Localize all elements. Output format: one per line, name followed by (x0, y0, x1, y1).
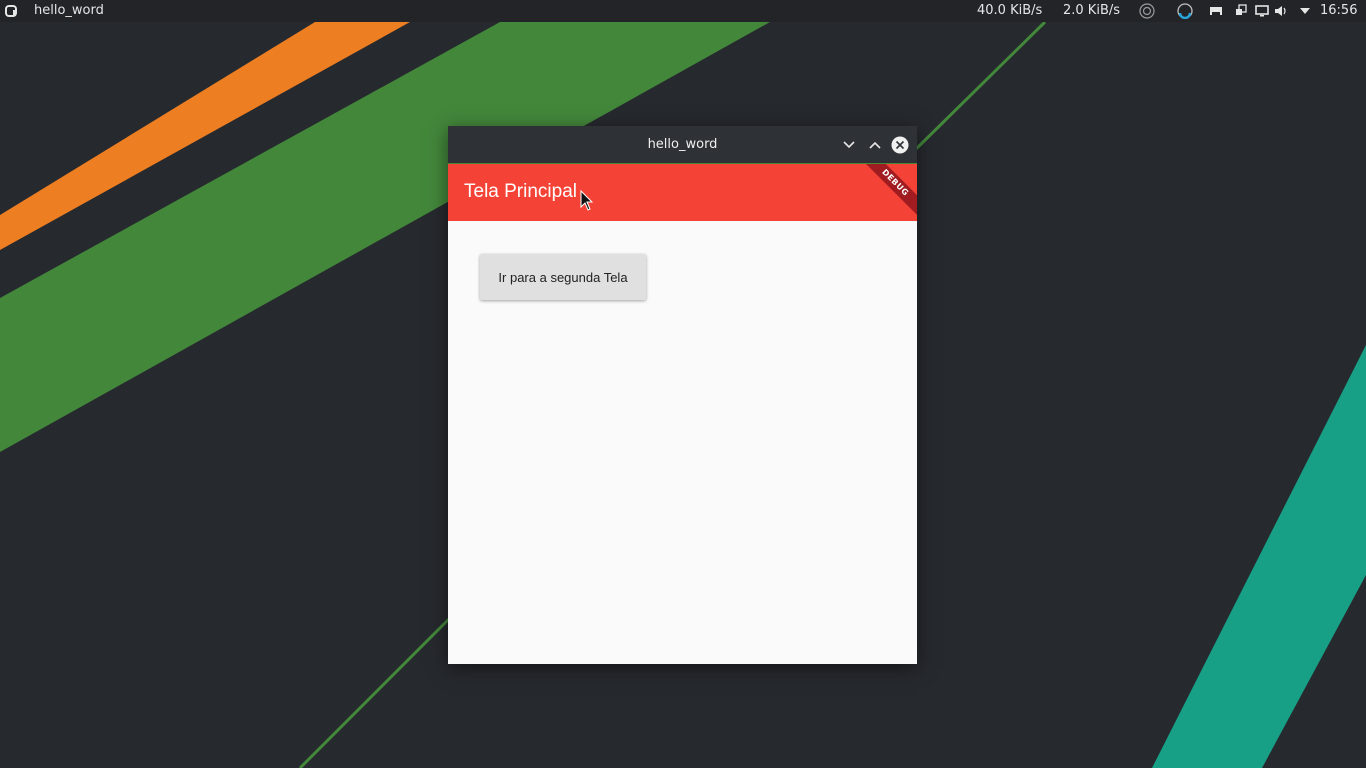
app-window: hello_word Tela Principal DEBUG Ir para … (448, 126, 917, 664)
display-icon[interactable] (1254, 3, 1270, 19)
printer-icon[interactable] (1208, 3, 1224, 19)
mouse-cursor-icon (580, 190, 594, 211)
go-to-second-screen-button[interactable]: Ir para a segunda Tela (480, 254, 646, 300)
app-bar: Tela Principal DEBUG (448, 164, 917, 221)
main-content: Ir para a segunda Tela (448, 221, 917, 664)
top-panel: hello_word 40.0 KiB/s 2.0 KiB/s 16:56 (0, 0, 1366, 22)
blue-circle-icon[interactable] (1177, 3, 1193, 19)
panel-clock[interactable]: 16:56 (1320, 3, 1357, 18)
minimize-button[interactable] (840, 136, 858, 154)
dropdown-arrow-icon[interactable] (1297, 3, 1313, 19)
window-titlebar[interactable]: hello_word (448, 126, 917, 164)
network-icon[interactable] (1233, 3, 1249, 19)
circle-status-icon[interactable] (1139, 3, 1155, 19)
debug-banner: DEBUG (854, 164, 917, 221)
net-download-speed: 40.0 KiB/s (977, 3, 1043, 18)
close-icon (891, 136, 909, 154)
chevron-up-icon (869, 141, 881, 149)
maximize-button[interactable] (866, 136, 884, 154)
page-title: Tela Principal (464, 181, 577, 202)
chevron-down-icon (843, 141, 855, 149)
volume-icon[interactable] (1273, 3, 1289, 19)
app-launcher-icon[interactable] (0, 0, 22, 22)
net-upload-speed: 2.0 KiB/s (1063, 3, 1121, 18)
close-button[interactable] (891, 136, 909, 154)
active-app-name[interactable]: hello_word (34, 3, 104, 18)
